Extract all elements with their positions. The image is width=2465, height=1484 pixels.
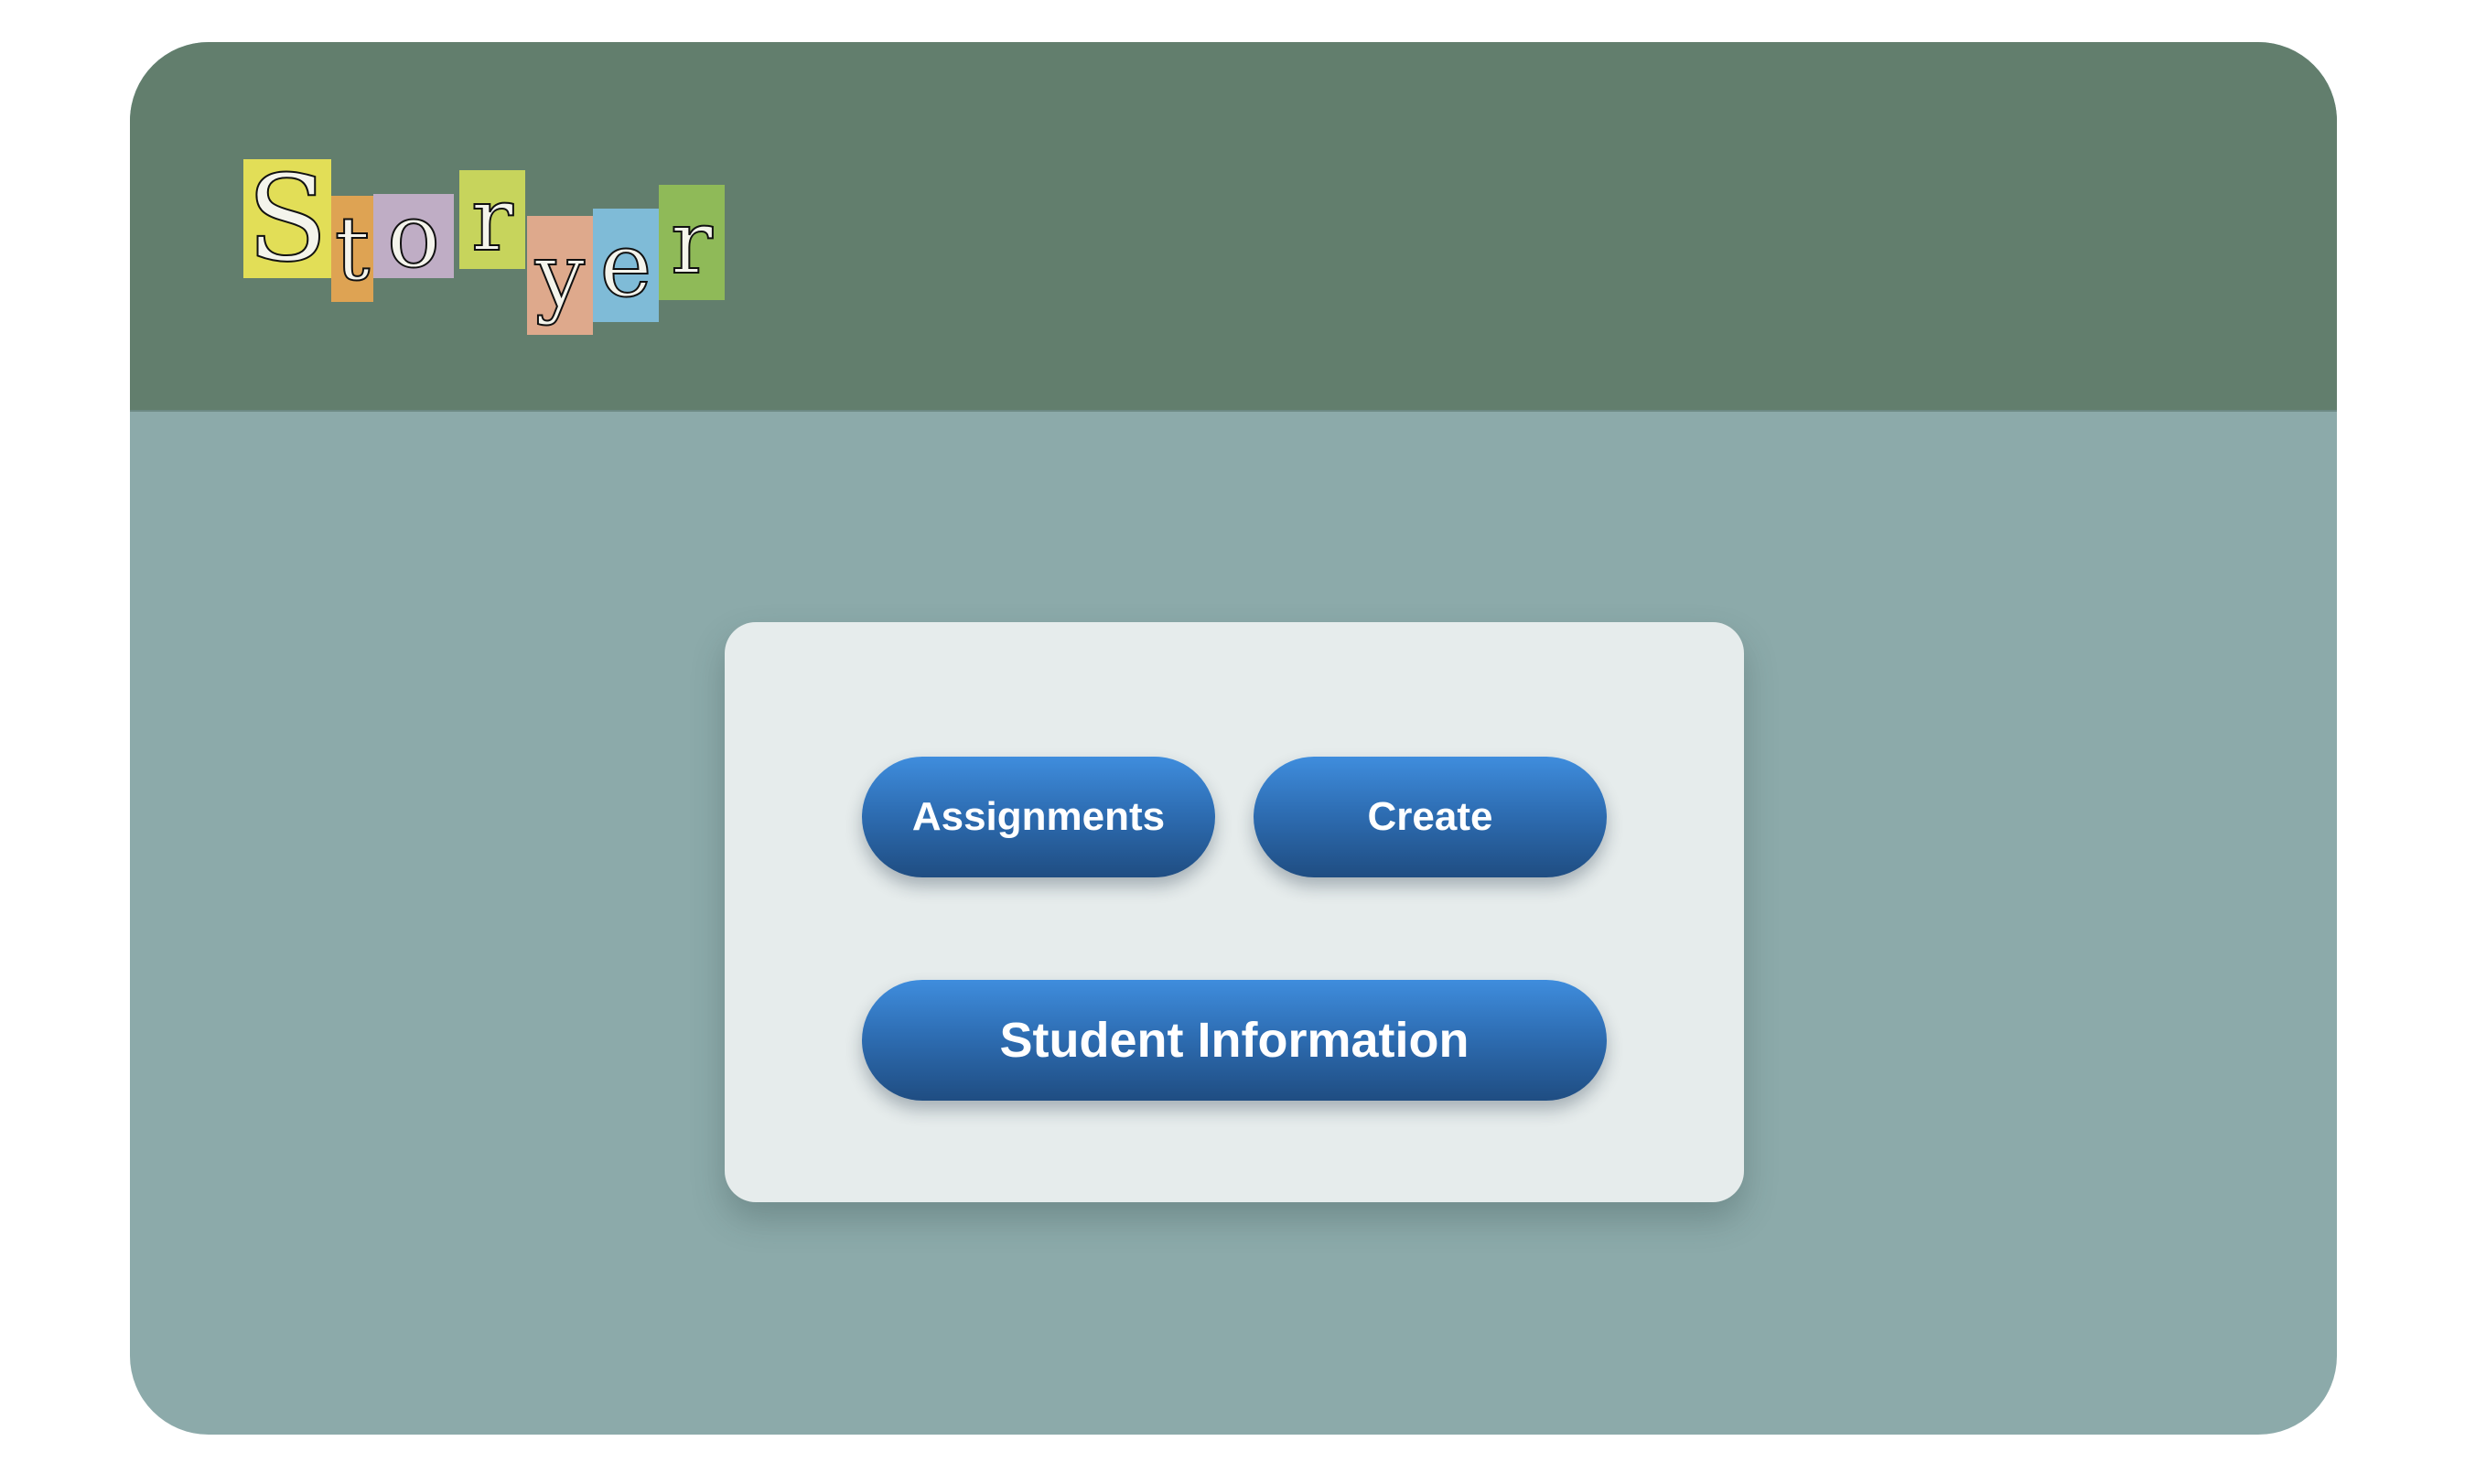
app-window: Storyer Assignments Create Student Infor… <box>130 42 2337 1435</box>
logo-letter-tile: o <box>373 191 454 281</box>
student-information-button[interactable]: Student Information <box>862 980 1607 1101</box>
header-bar: Storyer <box>130 42 2337 412</box>
logo-letter-tile: S <box>243 158 331 279</box>
logo-letter-tile: r <box>459 170 525 269</box>
create-button[interactable]: Create <box>1254 757 1607 877</box>
logo-letter-tile: t <box>331 196 373 302</box>
menu-card: Assignments Create Student Information <box>725 622 1744 1202</box>
storyer-logo: Storyer <box>243 158 737 335</box>
logo-letter-tile: y <box>527 216 593 335</box>
main-content: Assignments Create Student Information <box>130 412 2337 1435</box>
logo-letter-tile: e <box>593 209 659 322</box>
logo-letter-tile: r <box>659 185 725 300</box>
assignments-button[interactable]: Assignments <box>862 757 1215 877</box>
